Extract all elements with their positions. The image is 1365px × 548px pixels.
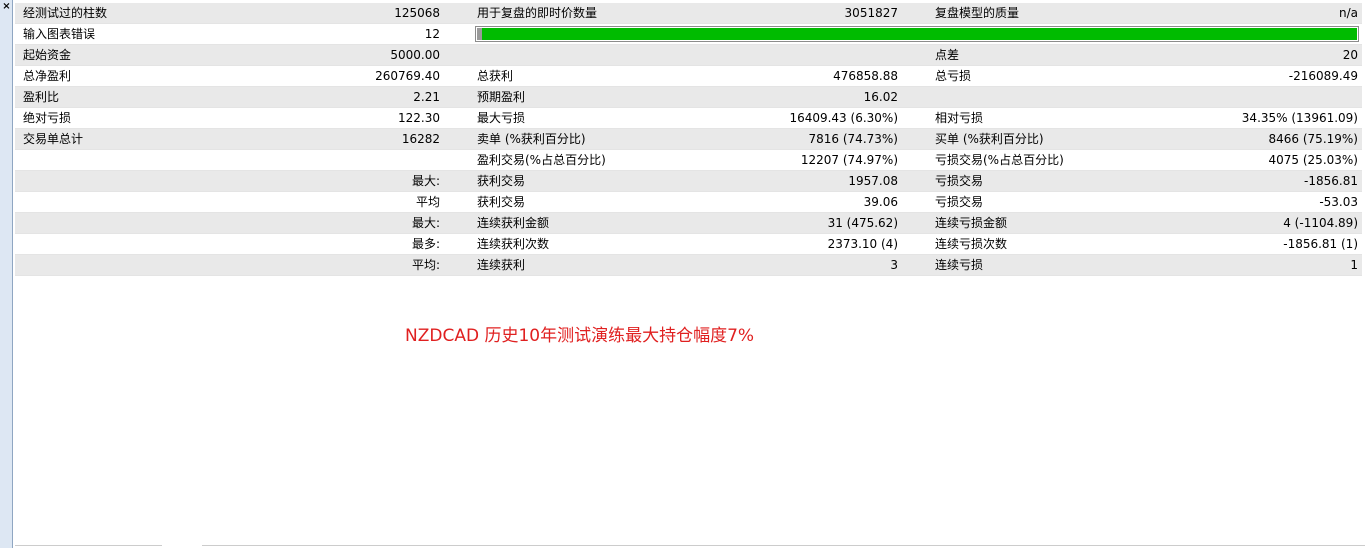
side-panel: ×: [0, 0, 13, 548]
total-trades-label: 交易单总计: [23, 132, 84, 146]
bars-tested-value: 125068: [394, 6, 440, 20]
table-row: 起始资金 5000.00 点差 20: [15, 45, 1362, 66]
average-label: 平均: [415, 195, 440, 209]
bars-tested-label: 经测试过的柱数: [23, 6, 108, 20]
largest-profit-trade-value: 1957.08: [848, 174, 898, 188]
relative-drawdown-label: 相对亏损: [935, 111, 984, 125]
table-row: 总净盈利 260769.40 总获利 476858.88 总亏损 -216089…: [15, 66, 1362, 87]
average-loss-trade-label: 亏损交易: [935, 195, 984, 209]
largest-loss-trade-value: -1856.81: [1304, 174, 1358, 188]
table-row: 最大: 获利交易 1957.08 亏损交易 -1856.81: [15, 171, 1362, 192]
spread-value: 20: [1342, 48, 1358, 62]
gross-profit-value: 476858.88: [833, 69, 898, 83]
gross-loss-label: 总亏损: [935, 69, 972, 83]
initial-deposit-value: 5000.00: [390, 48, 440, 62]
average-consecutive-wins-value: 3: [890, 258, 898, 272]
loss-trades-value: 4075 (25.03%): [1268, 153, 1358, 167]
profit-factor-label: 盈利比: [23, 90, 60, 104]
consecutive-profit-count-label: 连续获利次数: [477, 237, 550, 251]
initial-deposit-label: 起始资金: [23, 48, 72, 62]
largest-loss-trade-label: 亏损交易: [935, 174, 984, 188]
long-positions-label: 买单 (%获利百分比): [935, 132, 1044, 146]
gross-profit-label: 总获利: [477, 69, 514, 83]
consecutive-profit-count-value: 2373.10 (4): [827, 237, 898, 251]
average-consecutive-losses-label: 连续亏损: [935, 258, 984, 272]
largest-profit-trade-label: 获利交易: [477, 174, 526, 188]
close-icon[interactable]: ×: [1, 1, 12, 12]
table-row: 最大: 连续获利金额 31 (475.62) 连续亏损金额 4 (-1104.8…: [15, 213, 1362, 234]
total-net-profit-label: 总净盈利: [23, 69, 72, 83]
consecutive-losses-amount-value: 4 (-1104.89): [1283, 216, 1358, 230]
average-profit-trade-label: 获利交易: [477, 195, 526, 209]
consecutive-loss-count-label: 连续亏损次数: [935, 237, 1008, 251]
average-profit-trade-value: 39.06: [863, 195, 898, 209]
report-table: 经测试过的柱数 125068 用于复盘的即时价数量 3051827 复盘模型的质…: [15, 3, 1362, 276]
loss-trades-label: 亏损交易(%占总百分比): [935, 153, 1064, 167]
table-row: 盈利交易(%占总百分比) 12207 (74.97%) 亏损交易(%占总百分比)…: [15, 150, 1362, 171]
maximal-drawdown-value: 16409.43 (6.30%): [789, 111, 898, 125]
relative-drawdown-value: 34.35% (13961.09): [1241, 111, 1358, 125]
caption-text: NZDCAD 历史10年测试演练最大持仓幅度7%: [405, 326, 755, 346]
short-positions-value: 7816 (74.73%): [808, 132, 898, 146]
consecutive-wins-amount-value: 31 (475.62): [827, 216, 898, 230]
absolute-drawdown-label: 绝对亏损: [23, 111, 72, 125]
total-trades-value: 16282: [401, 132, 440, 146]
maximal-drawdown-label: 最大亏损: [477, 111, 526, 125]
profit-factor-value: 2.21: [413, 90, 440, 104]
total-net-profit-value: 260769.40: [375, 69, 440, 83]
table-row: 交易单总计 16282 卖单 (%获利百分比) 7816 (74.73%) 买单…: [15, 129, 1362, 150]
table-row: 绝对亏损 122.30 最大亏损 16409.43 (6.30%) 相对亏损 3…: [15, 108, 1362, 129]
consecutive-loss-count-value: -1856.81 (1): [1283, 237, 1358, 251]
average-consecutive-wins-label: 连续获利: [477, 258, 526, 272]
mismatched-charts-errors-label: 输入图表错误: [23, 27, 96, 41]
short-positions-label: 卖单 (%获利百分比): [477, 132, 586, 146]
average-consecutive-label: 平均:: [411, 258, 440, 272]
profit-trades-label: 盈利交易(%占总百分比): [477, 153, 606, 167]
table-row: 平均 获利交易 39.06 亏损交易 -53.03: [15, 192, 1362, 213]
table-row: 经测试过的柱数 125068 用于复盘的即时价数量 3051827 复盘模型的质…: [15, 3, 1362, 24]
expected-payoff-label: 预期盈利: [477, 90, 526, 104]
table-row: 输入图表错误 12: [15, 24, 1362, 45]
average-consecutive-losses-value: 1: [1350, 258, 1358, 272]
quality-bar-fill: [482, 28, 1357, 40]
maximum-label: 最大:: [411, 216, 440, 230]
maximal-label: 最多:: [411, 237, 440, 251]
modelling-quality-label: 复盘模型的质量: [935, 6, 1020, 20]
mismatched-charts-errors-value: 12: [424, 27, 440, 41]
table-row: 平均: 连续获利 3 连续亏损 1: [15, 255, 1362, 276]
profit-trades-value: 12207 (74.97%): [800, 153, 898, 167]
consecutive-losses-amount-label: 连续亏损金额: [935, 216, 1008, 230]
consecutive-wins-amount-label: 连续获利金额: [477, 216, 550, 230]
table-row: 最多: 连续获利次数 2373.10 (4) 连续亏损次数 -1856.81 (…: [15, 234, 1362, 255]
bottom-divider: [15, 545, 1365, 546]
largest-label: 最大:: [411, 174, 440, 188]
table-row: 盈利比 2.21 预期盈利 16.02: [15, 87, 1362, 108]
spread-label: 点差: [935, 48, 960, 62]
gross-loss-value: -216089.49: [1288, 69, 1358, 83]
average-loss-trade-value: -53.03: [1319, 195, 1358, 209]
modelling-quality-value: n/a: [1338, 6, 1358, 20]
bottom-tab-gap: [162, 544, 202, 548]
expected-payoff-value: 16.02: [863, 90, 898, 104]
absolute-drawdown-value: 122.30: [398, 111, 440, 125]
modelling-quality-bar: [475, 26, 1359, 42]
ticks-modelled-value: 3051827: [844, 6, 898, 20]
ticks-modelled-label: 用于复盘的即时价数量: [477, 6, 598, 20]
long-positions-value: 8466 (75.19%): [1268, 132, 1358, 146]
